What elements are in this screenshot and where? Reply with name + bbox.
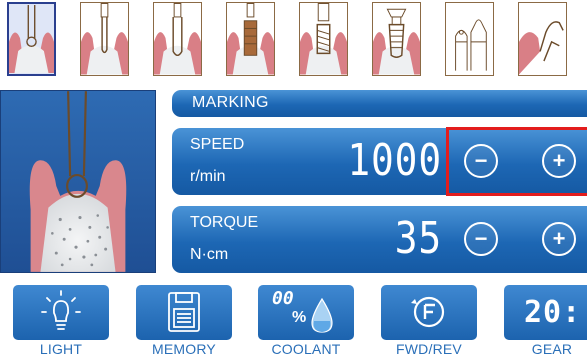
countersink-drill-icon [227, 3, 274, 75]
step-3-thumbnail[interactable] [153, 2, 202, 76]
torque-increase-button[interactable]: + [542, 222, 576, 256]
memory-label: MEMORY [152, 341, 216, 357]
floppy-disk-icon [168, 292, 200, 332]
speed-increase-button[interactable]: + [542, 144, 576, 178]
coolant-label: COOLANT [271, 341, 341, 357]
forward-reverse-icon [411, 296, 445, 328]
sinus-lift-tools-icon [455, 19, 487, 71]
torque-label: TORQUE [190, 214, 259, 231]
torque-panel: TORQUE N·cm 35 − + [172, 206, 587, 273]
tap-drill-icon [300, 3, 347, 75]
fwd-rev-label: FWD/REV [396, 341, 462, 357]
gear-ratio-display: 20: [524, 295, 582, 330]
plus-icon: + [552, 226, 566, 251]
gear-button[interactable]: 20: [504, 285, 587, 340]
step-6-thumbnail[interactable] [372, 2, 421, 76]
pilot-drill-icon [81, 3, 128, 75]
step-5-thumbnail[interactable] [299, 2, 348, 76]
water-drop-icon [311, 297, 333, 333]
torque-decrease-button[interactable]: − [464, 222, 498, 256]
procedure-step-strip [0, 0, 587, 80]
speed-unit: r/min [190, 168, 226, 185]
speed-decrease-button[interactable]: − [464, 144, 498, 178]
step-title-panel: MARKING [172, 90, 587, 117]
fwd-rev-button[interactable] [381, 285, 477, 340]
step-title: MARKING [192, 94, 269, 111]
current-step-illustration [0, 90, 156, 273]
memory-button[interactable] [136, 285, 232, 340]
step-8-thumbnail[interactable] [518, 2, 567, 76]
step-1-thumbnail[interactable] [7, 2, 56, 76]
twist-drill-icon [154, 3, 201, 75]
implant-placement-icon [373, 8, 420, 75]
torque-unit: N·cm [190, 246, 229, 263]
bone-graft-icon [519, 21, 564, 75]
step-7-thumbnail[interactable] [445, 2, 494, 76]
step-2-thumbnail[interactable] [80, 2, 129, 76]
speed-panel: SPEED r/min 1000 − + [172, 128, 587, 195]
speed-value: 1000 [347, 135, 442, 186]
light-bulb-icon [41, 290, 81, 330]
marking-drill-illustration [29, 91, 127, 272]
coolant-button[interactable]: 00 % [258, 285, 354, 340]
step-4-thumbnail[interactable] [226, 2, 275, 76]
speed-label: SPEED [190, 136, 245, 153]
light-button[interactable] [13, 285, 109, 340]
torque-value: 35 [394, 213, 442, 264]
minus-icon: − [474, 226, 488, 251]
marking-drill-icon [9, 5, 54, 73]
plus-icon: + [552, 148, 566, 173]
gear-label: GEAR [531, 341, 573, 357]
minus-icon: − [474, 148, 488, 173]
light-label: LIGHT [39, 341, 83, 357]
